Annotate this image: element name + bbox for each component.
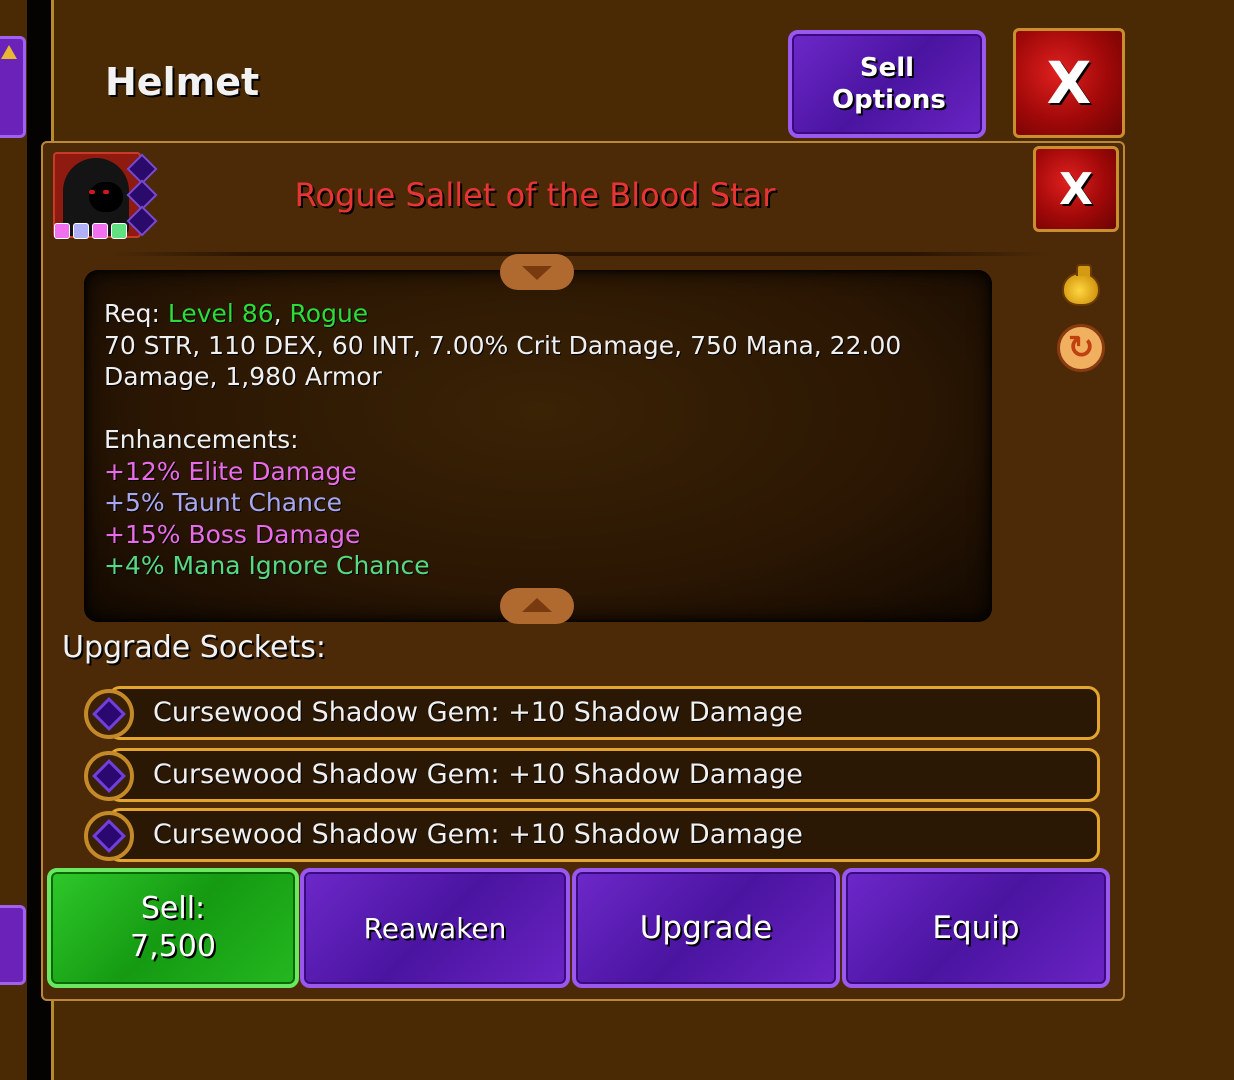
sell-label: Sell: — [140, 891, 206, 926]
socket-gem-icon — [84, 751, 134, 801]
socket-text: Cursewood Shadow Gem: +10 Shadow Damage — [153, 697, 803, 728]
chevron-down-icon — [522, 266, 552, 280]
req-prefix: Req: — [104, 299, 168, 328]
scroll-down-button[interactable] — [500, 588, 574, 624]
scroll-up-button[interactable] — [500, 254, 574, 290]
sell-options-label: Sell Options — [832, 53, 946, 115]
page-title: Helmet — [105, 60, 260, 104]
req-level: Level 86 — [167, 299, 274, 328]
enhancement-dot — [73, 223, 89, 239]
enhancement-line: +4% Mana Ignore Chance — [104, 551, 430, 580]
enhancement-dot — [54, 223, 70, 239]
arrow-up-icon — [1, 45, 17, 59]
sell-button[interactable]: Sell: 7,500 — [47, 868, 299, 988]
header-divider — [110, 252, 1050, 256]
socket-gem-icon — [84, 689, 134, 739]
enhancement-line: +15% Boss Damage — [104, 519, 361, 549]
enhancement-line: +5% Taunt Chance — [104, 488, 343, 517]
item-description: Req: Level 86, Rogue 70 STR, 110 DEX, 60… — [104, 298, 974, 582]
item-name: Rogue Sallet of the Blood Star — [294, 176, 776, 214]
socket-gem-icon — [84, 811, 134, 861]
enhancement-dot — [92, 223, 108, 239]
left-tab-upper[interactable] — [0, 36, 26, 138]
requirements-line: Req: Level 86, Rogue — [104, 298, 974, 330]
reawaken-button[interactable]: Reawaken — [300, 868, 570, 988]
close-item-button[interactable]: X — [1033, 146, 1119, 232]
req-class: Rogue — [289, 299, 369, 328]
stats-line: 70 STR, 110 DEX, 60 INT, 7.00% Crit Dama… — [104, 330, 902, 360]
socket-text: Cursewood Shadow Gem: +10 Shadow Damage — [153, 819, 803, 850]
close-window-button[interactable]: X — [1013, 28, 1125, 138]
sell-options-button[interactable]: Sell Options — [788, 30, 986, 138]
socket-text: Cursewood Shadow Gem: +10 Shadow Damage — [153, 759, 803, 790]
left-tab-lower[interactable] — [0, 905, 26, 985]
req-separator: , — [273, 299, 290, 328]
sell-price: 7,500 — [130, 929, 216, 964]
enhancements-label: Enhancements: — [104, 425, 299, 454]
enhancement-dot — [111, 223, 127, 239]
gold-bag-icon[interactable] — [1060, 262, 1102, 308]
upgrade-button[interactable]: Upgrade — [572, 868, 840, 988]
enhancement-dots — [54, 223, 134, 239]
stats-line: Damage, 1,980 Armor — [104, 362, 382, 391]
enhancement-line: +12% Elite Damage — [104, 456, 357, 486]
upgrade-sockets-label: Upgrade Sockets: — [62, 630, 326, 665]
chevron-up-icon — [522, 598, 552, 612]
equip-button[interactable]: Equip — [842, 868, 1110, 988]
swap-icon[interactable]: ↻ — [1057, 324, 1107, 374]
